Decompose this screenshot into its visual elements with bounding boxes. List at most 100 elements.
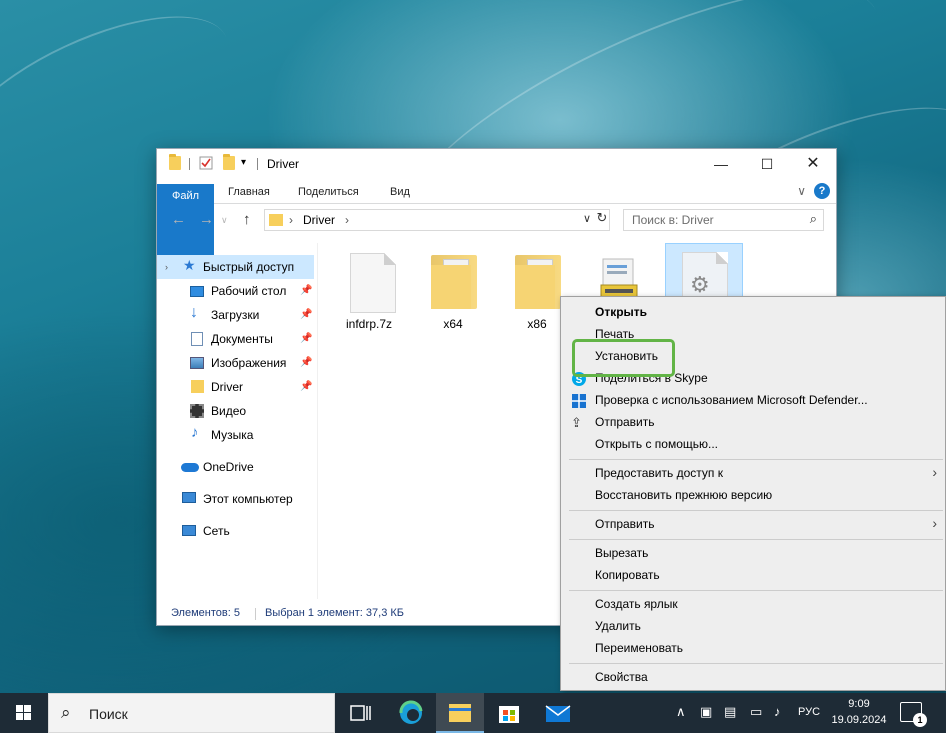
notification-count: 1 bbox=[913, 713, 927, 727]
nav-item-downloads[interactable]: ↓ Загрузки 📌 bbox=[157, 303, 314, 327]
nav-item-onedrive[interactable]: OneDrive bbox=[157, 455, 314, 479]
file-explorer-taskbar-button[interactable] bbox=[436, 693, 484, 733]
computer-icon bbox=[182, 492, 196, 503]
menu-item-defender[interactable]: Проверка с использованием Microsoft Defe… bbox=[595, 389, 868, 411]
tab-share[interactable]: Поделиться bbox=[298, 180, 359, 204]
search-placeholder: Поиск в: Driver bbox=[632, 213, 714, 227]
language-indicator[interactable]: РУС bbox=[798, 706, 820, 718]
taskbar: ⌕ Поиск ∧ ▣ ▤ ▭ ♪ РУС 9:09 19.09.2024 1 bbox=[0, 693, 946, 733]
menu-item-open[interactable]: Открыть bbox=[595, 301, 647, 323]
maximize-button[interactable]: ☐ bbox=[744, 149, 790, 179]
new-folder-icon[interactable] bbox=[223, 154, 235, 170]
submenu-arrow-icon: › bbox=[932, 515, 937, 531]
back-icon[interactable]: ← bbox=[171, 211, 186, 228]
windows-logo-icon bbox=[24, 713, 31, 720]
menu-item-properties[interactable]: Свойства bbox=[595, 666, 648, 688]
clock[interactable]: 9:09 19.09.2024 bbox=[830, 696, 888, 728]
menu-item-send-to[interactable]: Отправить bbox=[595, 513, 655, 535]
customize-quick-access-icon[interactable]: ▾ bbox=[241, 157, 255, 171]
video-icon bbox=[190, 404, 204, 418]
nav-item-label: Driver bbox=[211, 380, 243, 394]
nav-item-driver[interactable]: Driver 📌 bbox=[157, 375, 314, 399]
folder-icon bbox=[169, 154, 181, 170]
address-dropdown-icon[interactable]: ∨ bbox=[583, 212, 591, 225]
nav-item-label: Загрузки bbox=[211, 308, 260, 322]
menu-item-delete[interactable]: Удалить bbox=[595, 615, 641, 637]
address-bar[interactable]: › Driver › ∨ bbox=[264, 209, 610, 231]
folder-item[interactable]: x64 bbox=[415, 247, 491, 335]
menu-item-create-shortcut[interactable]: Создать ярлык bbox=[595, 593, 678, 615]
nav-item-video[interactable]: Видео bbox=[157, 399, 314, 423]
nav-item-desktop[interactable]: Рабочий стол 📌 bbox=[157, 279, 314, 303]
menu-item-copy[interactable]: Копировать bbox=[595, 564, 660, 586]
show-hidden-icons-icon[interactable]: ∧ bbox=[676, 704, 686, 720]
tab-home[interactable]: Главная bbox=[228, 180, 270, 204]
recent-locations-icon[interactable]: ∨ bbox=[221, 215, 228, 226]
star-icon: ★ bbox=[183, 257, 196, 273]
folder-icon bbox=[191, 380, 204, 393]
edge-icon bbox=[399, 700, 423, 724]
store-button[interactable] bbox=[485, 693, 533, 733]
minimize-button[interactable]: — bbox=[698, 149, 744, 179]
breadcrumb-driver[interactable]: Driver bbox=[303, 213, 335, 227]
desktop-icon bbox=[190, 286, 204, 297]
expand-arrow-icon[interactable]: › bbox=[165, 255, 168, 279]
mail-icon bbox=[545, 705, 571, 722]
nav-item-network[interactable]: Сеть bbox=[157, 519, 314, 543]
breadcrumb-chevron-icon[interactable]: › bbox=[345, 213, 349, 227]
menu-item-rename[interactable]: Переименовать bbox=[595, 637, 683, 659]
volume-icon[interactable]: ♪ bbox=[774, 704, 781, 719]
folder-icon bbox=[269, 214, 283, 226]
nav-item-label: Быстрый доступ bbox=[203, 260, 295, 274]
file-item[interactable]: infdrp.7z bbox=[331, 247, 407, 335]
nav-item-label: Этот компьютер bbox=[203, 492, 293, 506]
breadcrumb-separator-icon[interactable]: › bbox=[289, 213, 293, 227]
help-icon[interactable]: ? bbox=[814, 183, 830, 199]
search-icon[interactable]: ⌕ bbox=[810, 211, 817, 227]
nav-item-quick-access[interactable]: › ★ Быстрый доступ bbox=[157, 255, 314, 279]
selected-file-item[interactable]: ⚙ bbox=[665, 243, 743, 312]
pin-icon: 📌 bbox=[300, 285, 313, 296]
start-button[interactable] bbox=[0, 693, 48, 733]
edge-browser-button[interactable] bbox=[387, 693, 435, 733]
divider bbox=[255, 608, 256, 620]
windows-logo-icon bbox=[24, 705, 31, 712]
file-name: x64 bbox=[443, 317, 463, 331]
properties-icon[interactable] bbox=[199, 156, 213, 170]
folder-front bbox=[515, 265, 555, 309]
tray-battery-icon[interactable]: ▭ bbox=[750, 704, 762, 720]
pin-icon: 📌 bbox=[300, 357, 313, 368]
menu-item-give-access[interactable]: Предоставить доступ к bbox=[595, 462, 723, 484]
refresh-icon[interactable]: ↻ bbox=[593, 210, 611, 230]
tray-device-icon[interactable]: ▣ bbox=[700, 704, 712, 720]
task-view-button[interactable] bbox=[336, 693, 384, 733]
mail-button[interactable] bbox=[534, 693, 582, 733]
title-bar[interactable]: ▾ Driver — ☐ ✕ bbox=[157, 149, 836, 179]
clock-time: 9:09 bbox=[848, 698, 870, 710]
close-button[interactable]: ✕ bbox=[790, 149, 836, 179]
nav-item-label: OneDrive bbox=[203, 460, 254, 474]
search-icon: ⌕ bbox=[61, 703, 71, 722]
nav-item-label: Изображения bbox=[211, 356, 287, 370]
status-selection: Выбран 1 элемент: 37,3 КБ bbox=[265, 607, 404, 619]
tab-view[interactable]: Вид bbox=[390, 180, 410, 204]
menu-item-restore[interactable]: Восстановить прежнюю версию bbox=[595, 484, 772, 506]
menu-item-cut[interactable]: Вырезать bbox=[595, 542, 648, 564]
expand-ribbon-icon[interactable]: ∨ bbox=[797, 184, 806, 198]
notification-center-icon[interactable]: 1 bbox=[900, 702, 927, 727]
menu-item-open-with[interactable]: Открыть с помощью... bbox=[595, 433, 718, 455]
pane-divider[interactable] bbox=[317, 243, 318, 599]
nav-item-this-pc[interactable]: Этот компьютер bbox=[157, 487, 314, 511]
nav-item-music[interactable]: ♪ Музыка bbox=[157, 423, 314, 447]
up-icon[interactable]: ↑ bbox=[243, 211, 251, 228]
menu-item-send[interactable]: Отправить bbox=[595, 411, 655, 433]
store-icon bbox=[499, 706, 519, 723]
nav-item-documents[interactable]: Документы 📌 bbox=[157, 327, 314, 351]
taskbar-search-input[interactable]: ⌕ Поиск bbox=[48, 693, 335, 733]
nav-item-pictures[interactable]: Изображения 📌 bbox=[157, 351, 314, 375]
search-input[interactable]: Поиск в: Driver ⌕ bbox=[623, 209, 824, 231]
documents-icon bbox=[191, 332, 203, 346]
tray-network-icon[interactable]: ▤ bbox=[724, 704, 736, 720]
forward-icon[interactable]: → bbox=[199, 211, 214, 228]
window-title: Driver bbox=[267, 157, 299, 171]
